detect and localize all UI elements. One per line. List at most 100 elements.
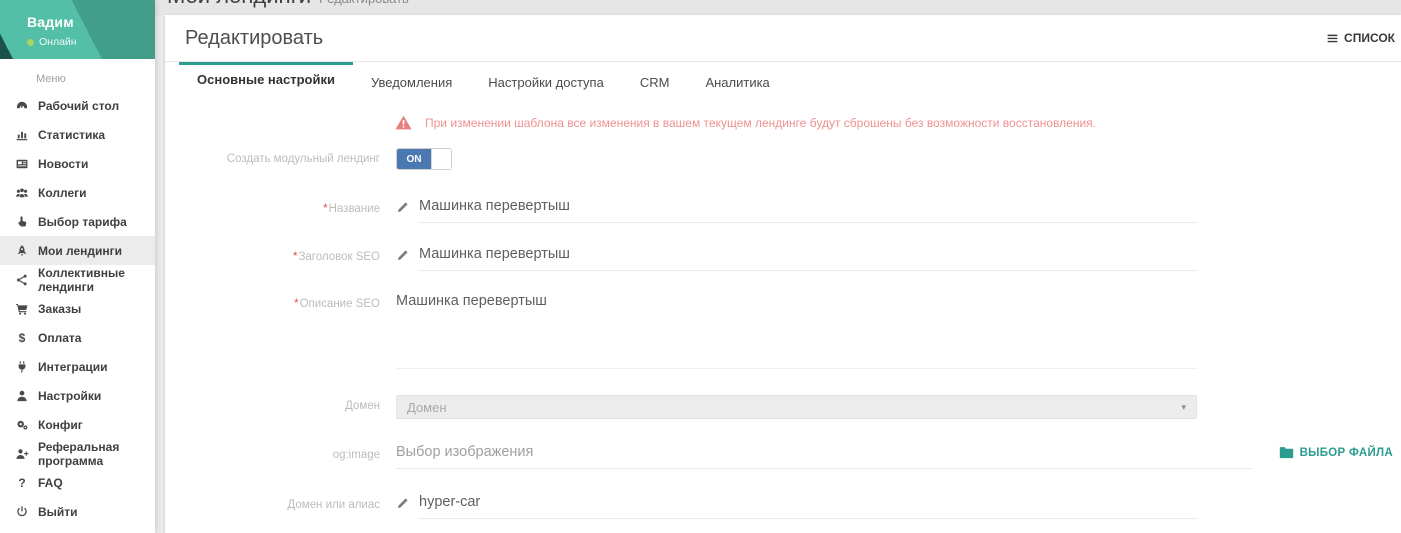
sidebar-item-label: Реферальная программа xyxy=(38,440,155,468)
menu-section-label: Меню xyxy=(0,59,155,91)
form-row-og-image: og:image ВЫБОР ФАЙЛА xyxy=(165,444,1401,469)
gears-icon xyxy=(15,418,29,432)
field-label: Домен или алиас xyxy=(165,494,380,513)
sidebar-item-label: Выбор тарифа xyxy=(38,215,127,229)
pencil-icon xyxy=(396,497,409,510)
page-header-strip: Мои лендинги Редактировать xyxy=(155,0,1401,15)
form-row-seo-description: *Описание SEO Машинка перевертыш xyxy=(165,293,1401,369)
hand-pointer-icon xyxy=(15,215,29,229)
sidebar-item-statistics[interactable]: Статистика xyxy=(0,120,155,149)
tab-crm[interactable]: CRM xyxy=(622,62,688,99)
toggle-knob xyxy=(431,149,451,169)
seo-title-input[interactable] xyxy=(419,246,1197,271)
sidebar-item-referral[interactable]: Реферальная программа xyxy=(0,439,155,468)
power-icon xyxy=(15,505,29,519)
user-icon xyxy=(15,389,29,403)
sidebar-item-news[interactable]: Новости xyxy=(0,149,155,178)
form-row-name: *Название xyxy=(165,198,1401,223)
user-status: Онлайн xyxy=(27,36,155,48)
tab-notifications[interactable]: Уведомления xyxy=(353,62,470,99)
sidebar-item-label: Оплата xyxy=(38,331,81,345)
folder-icon xyxy=(1279,446,1294,459)
sidebar-item-label: Интеграции xyxy=(38,360,108,374)
card-header: Редактировать СПИСОК xyxy=(165,15,1401,62)
user-name: Вадим xyxy=(27,14,155,30)
tab-main-settings[interactable]: Основные настройки xyxy=(179,62,353,99)
og-image-input[interactable] xyxy=(396,444,1253,469)
colleagues-icon xyxy=(15,186,29,200)
card-title: Редактировать xyxy=(185,27,323,50)
form-row-module-toggle: Создать модульный лендинг ON xyxy=(165,148,1401,170)
required-marker: * xyxy=(294,298,298,310)
field-label: *Название xyxy=(165,198,380,217)
list-icon xyxy=(1326,32,1339,45)
module-toggle[interactable]: ON xyxy=(396,148,452,170)
name-input[interactable] xyxy=(419,198,1197,223)
user-plus-icon xyxy=(15,447,29,461)
user-profile-panel: Вадим Онлайн xyxy=(0,0,155,59)
warning-icon xyxy=(395,115,412,130)
sidebar: Вадим Онлайн Меню Рабочий стол Статистик… xyxy=(0,0,155,533)
rocket-icon xyxy=(15,244,29,258)
pencil-icon xyxy=(396,201,409,214)
sidebar-item-label: Новости xyxy=(38,157,88,171)
domain-select[interactable]: Домен ▾ xyxy=(396,395,1197,419)
sidebar-item-faq[interactable]: ? FAQ xyxy=(0,468,155,497)
sidebar-item-my-landings[interactable]: Мои лендинги xyxy=(0,236,155,265)
sidebar-item-collective-landings[interactable]: Коллективные лендинги xyxy=(0,265,155,294)
tab-analytics[interactable]: Аналитика xyxy=(687,62,787,99)
domain-select-placeholder: Домен xyxy=(407,400,447,415)
sidebar-item-label: Конфиг xyxy=(38,418,83,432)
sidebar-item-config[interactable]: Конфиг xyxy=(0,410,155,439)
alias-input[interactable] xyxy=(419,494,1197,519)
news-icon xyxy=(15,157,29,171)
sidebar-item-label: Настройки xyxy=(38,389,101,403)
dashboard-icon xyxy=(15,99,29,113)
choose-file-button[interactable]: ВЫБОР ФАЙЛА xyxy=(1279,444,1393,459)
warning-banner: При изменении шаблона все изменения в ва… xyxy=(395,115,1401,130)
required-marker: * xyxy=(293,251,297,263)
page-subtitle: Редактировать xyxy=(319,0,409,6)
sidebar-item-label: Коллеги xyxy=(38,186,87,200)
sidebar-item-label: Заказы xyxy=(38,302,81,316)
sidebar-item-integrations[interactable]: Интеграции xyxy=(0,352,155,381)
sidebar-item-label: Рабочий стол xyxy=(38,99,119,113)
stats-icon xyxy=(15,128,29,142)
dollar-icon: $ xyxy=(15,331,29,345)
sidebar-item-tariff[interactable]: Выбор тарифа xyxy=(0,207,155,236)
sidebar-item-dashboard[interactable]: Рабочий стол xyxy=(0,91,155,120)
field-label: Домен xyxy=(165,395,380,414)
field-label: *Описание SEO xyxy=(165,293,380,312)
required-marker: * xyxy=(323,203,327,215)
sidebar-item-colleagues[interactable]: Коллеги xyxy=(0,178,155,207)
cart-icon xyxy=(15,302,29,316)
form-row-domain: Домен Домен ▾ xyxy=(165,395,1401,419)
tab-content: При изменении шаблона все изменения в ва… xyxy=(165,99,1401,519)
tab-bar: Основные настройки Уведомления Настройки… xyxy=(165,62,1401,99)
page-title: Мои лендинги xyxy=(167,0,311,8)
share-icon xyxy=(15,273,29,287)
field-label: og:image xyxy=(165,444,380,463)
sidebar-item-label: FAQ xyxy=(38,476,63,490)
sidebar-item-orders[interactable]: Заказы xyxy=(0,294,155,323)
list-button-label: СПИСОК xyxy=(1344,31,1395,45)
main-area: Мои лендинги Редактировать Редактировать … xyxy=(155,0,1401,533)
chevron-down-icon: ▾ xyxy=(1181,402,1186,413)
sidebar-nav: Рабочий стол Статистика Новости Коллеги … xyxy=(0,91,155,533)
form-row-alias: Домен или алиас xyxy=(165,494,1401,519)
form-row-seo-title: *Заголовок SEO xyxy=(165,246,1401,271)
sidebar-item-logout[interactable]: Выйти xyxy=(0,497,155,526)
pencil-icon xyxy=(396,249,409,262)
sidebar-item-label: Мои лендинги xyxy=(38,244,122,258)
seo-description-textarea[interactable]: Машинка перевертыш xyxy=(396,293,1197,369)
toggle-on-label: ON xyxy=(397,149,431,169)
warning-text: При изменении шаблона все изменения в ва… xyxy=(425,116,1096,130)
field-label: Создать модульный лендинг xyxy=(165,148,380,167)
question-icon: ? xyxy=(15,476,29,490)
sidebar-item-settings[interactable]: Настройки xyxy=(0,381,155,410)
sidebar-item-payment[interactable]: $ Оплата xyxy=(0,323,155,352)
online-status-icon xyxy=(27,39,34,46)
sidebar-item-label: Коллективные лендинги xyxy=(38,266,155,294)
tab-access-settings[interactable]: Настройки доступа xyxy=(470,62,622,99)
list-button[interactable]: СПИСОК xyxy=(1326,31,1395,45)
